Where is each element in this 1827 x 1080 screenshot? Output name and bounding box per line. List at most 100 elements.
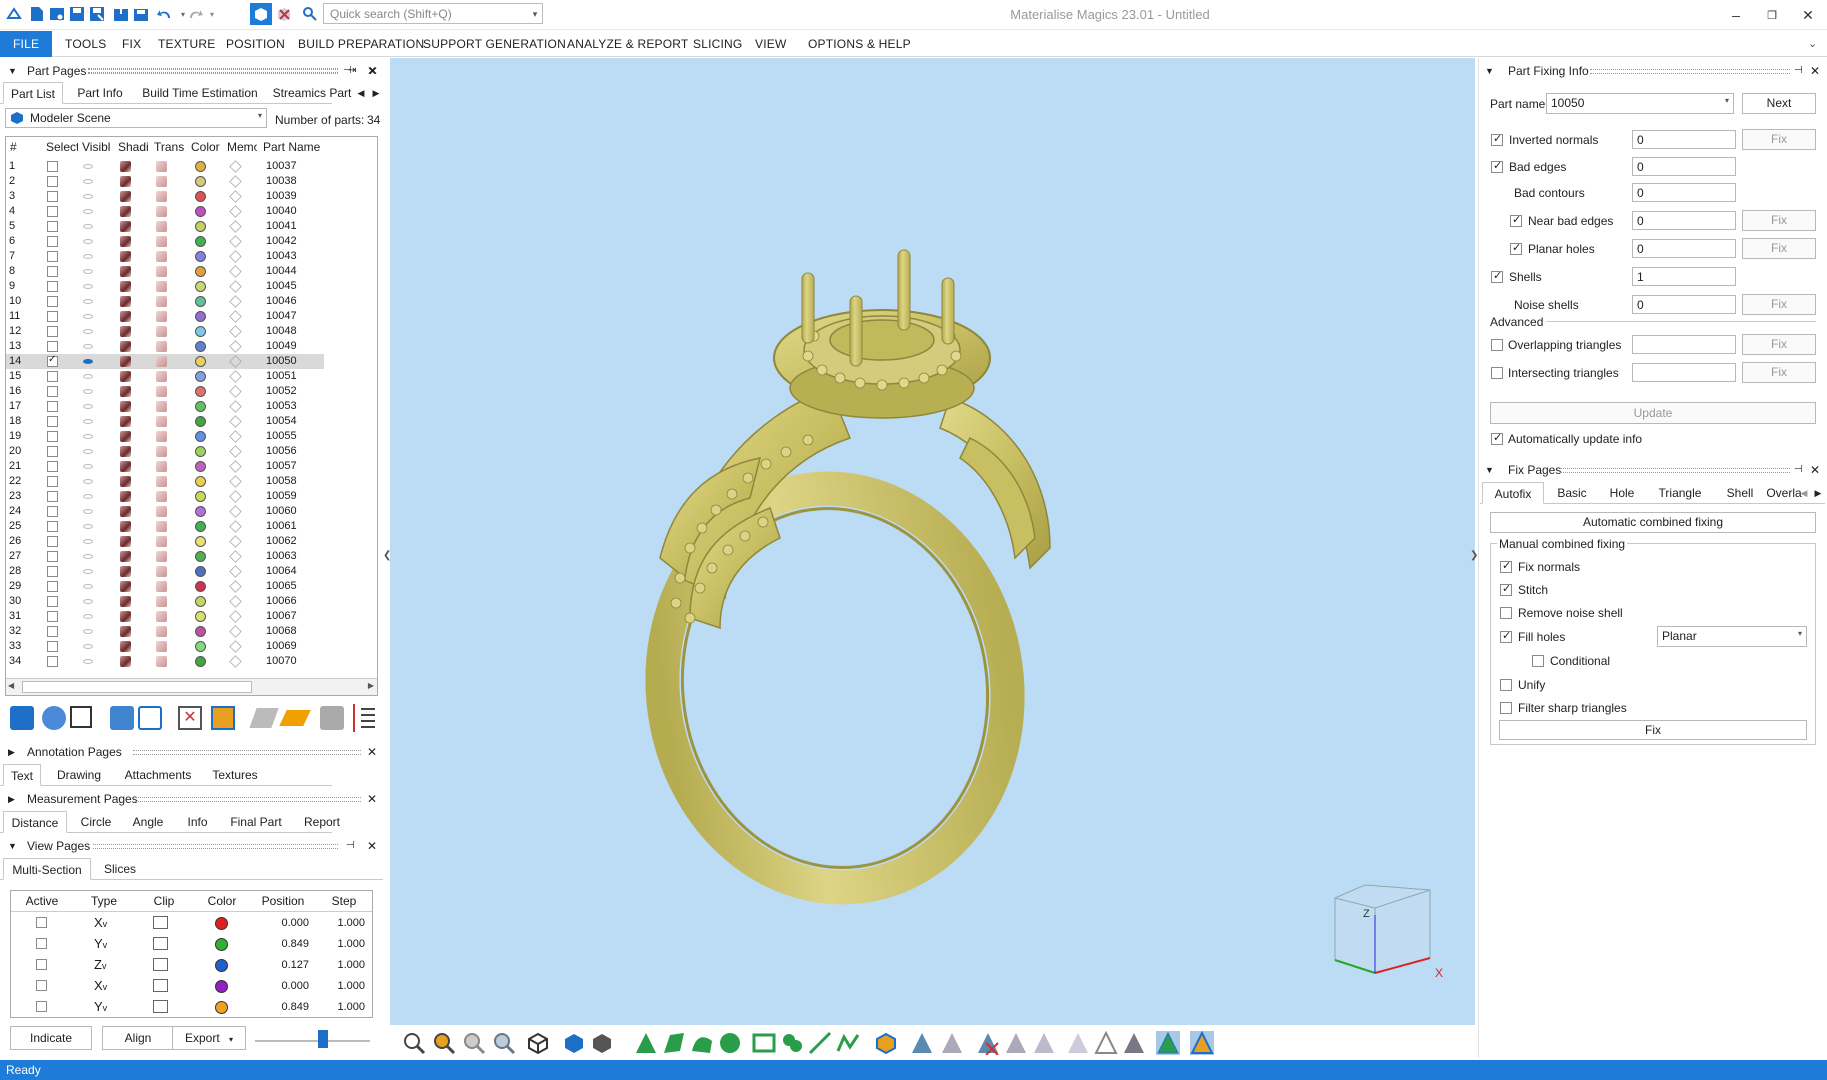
transparency-icon[interactable] — [156, 401, 167, 412]
shading-icon[interactable] — [120, 161, 131, 172]
select-checkbox[interactable] — [47, 371, 58, 382]
copy-marked-icon[interactable] — [1004, 1031, 1028, 1055]
select-checkbox[interactable] — [47, 341, 58, 352]
section-type[interactable]: Zv — [94, 957, 106, 972]
select-checkbox[interactable] — [47, 296, 58, 307]
section-position[interactable]: 0.127 — [251, 959, 309, 971]
select-checkbox[interactable] — [47, 416, 58, 427]
color-swatch[interactable] — [195, 521, 206, 532]
color-swatch[interactable] — [195, 221, 206, 232]
table-row[interactable]: 30 10066 — [6, 594, 324, 609]
table-row[interactable]: 3 10039 — [6, 189, 324, 204]
memo-icon[interactable] — [229, 175, 242, 188]
select-checkbox[interactable] — [47, 326, 58, 337]
close-view-pages-icon[interactable]: ✕ — [367, 837, 377, 855]
color-swatch[interactable] — [195, 371, 206, 382]
color-swatch[interactable] — [195, 191, 206, 202]
color-swatch[interactable] — [195, 656, 206, 667]
shading-icon[interactable] — [120, 221, 131, 232]
tab-text[interactable]: Text — [3, 764, 41, 786]
tab-part-info[interactable]: Part Info — [70, 82, 130, 104]
save-as-icon[interactable] — [88, 5, 106, 23]
transparency-icon[interactable] — [156, 506, 167, 517]
table-row[interactable]: 14 10050 — [6, 354, 324, 369]
part-name-select[interactable]: 10050 ▾ — [1546, 93, 1734, 114]
fix-option-checkbox[interactable] — [1532, 655, 1544, 667]
select-checkbox[interactable] — [47, 641, 58, 652]
col-shading[interactable]: Shadi — [118, 140, 148, 154]
fix-option-checkbox[interactable] — [1500, 559, 1512, 573]
horizontal-scrollbar[interactable]: ◀ ▶ — [6, 678, 377, 695]
transparency-icon[interactable] — [156, 281, 167, 292]
shading-icon[interactable] — [120, 311, 131, 322]
eye-icon[interactable] — [83, 299, 93, 304]
table-row[interactable]: 10 10046 — [6, 294, 324, 309]
memo-icon[interactable] — [229, 655, 242, 668]
eye-icon[interactable] — [83, 269, 93, 274]
brush-select-icon[interactable] — [808, 1031, 832, 1055]
eye-icon[interactable] — [83, 464, 93, 469]
fix-item-checkbox[interactable] — [1491, 132, 1503, 146]
eye-icon[interactable] — [83, 584, 93, 589]
select-checkbox[interactable] — [47, 521, 58, 532]
clip-icon[interactable] — [153, 937, 168, 950]
select-checkbox[interactable] — [47, 551, 58, 562]
quick-search-input[interactable]: Quick search (Shift+Q) — [323, 3, 543, 24]
transparency-icon[interactable] — [156, 461, 167, 472]
table-row[interactable]: 20 10056 — [6, 444, 324, 459]
select-checkbox[interactable] — [47, 191, 58, 202]
triangle-view-icon[interactable] — [1190, 1030, 1214, 1055]
transparency-icon[interactable] — [156, 611, 167, 622]
section-position[interactable]: 0.849 — [251, 1001, 309, 1013]
shading-icon[interactable] — [120, 176, 131, 187]
select-checkbox[interactable] — [47, 266, 58, 277]
transparency-icon[interactable] — [156, 176, 167, 187]
search-options-icon[interactable]: ▾ — [526, 5, 544, 23]
section-position[interactable]: 0.000 — [251, 980, 309, 992]
tab-drawing[interactable]: Drawing — [50, 764, 108, 786]
select-checkbox[interactable] — [47, 461, 58, 472]
memo-icon[interactable] — [229, 550, 242, 563]
shading-icon[interactable] — [120, 206, 131, 217]
table-row[interactable]: 27 10063 — [6, 549, 324, 564]
3d-viewport[interactable]: Z X — [390, 58, 1475, 1025]
color-swatch[interactable] — [195, 206, 206, 217]
align-button[interactable]: Align — [102, 1026, 174, 1050]
active-checkbox[interactable] — [36, 917, 47, 928]
label-icon[interactable] — [249, 708, 279, 728]
shading-icon[interactable] — [120, 536, 131, 547]
collapse-fix-pages-icon[interactable]: ▼ — [1485, 461, 1494, 479]
section-step[interactable]: 1.000 — [315, 938, 365, 950]
color-swatch[interactable] — [195, 476, 206, 487]
indicate-button[interactable]: Indicate — [10, 1026, 92, 1050]
eye-icon[interactable] — [83, 344, 93, 349]
undo-icon[interactable] — [156, 5, 174, 23]
select-checkbox[interactable] — [47, 176, 58, 187]
menu-build-preparation[interactable]: BUILD PREPARATION — [298, 31, 424, 57]
fix-option-checkbox[interactable] — [1500, 582, 1512, 596]
fix-item-fix-button[interactable]: Fix — [1742, 129, 1816, 150]
memo-icon[interactable] — [229, 580, 242, 593]
close-scene-icon[interactable] — [275, 5, 293, 23]
select-checkbox[interactable] — [47, 506, 58, 517]
zoom-window-icon[interactable] — [462, 1031, 486, 1055]
scene-icon[interactable] — [250, 3, 272, 25]
section-type[interactable]: Yv — [94, 936, 107, 951]
col-select[interactable]: Select — [46, 140, 78, 154]
memo-icon[interactable] — [229, 505, 242, 518]
tabs-scroll-right-icon[interactable]: ▶ — [370, 82, 382, 104]
menu-tools[interactable]: TOOLS — [65, 31, 106, 57]
transparency-icon[interactable] — [156, 626, 167, 637]
table-row[interactable]: 4 10040 — [6, 204, 324, 219]
eye-icon[interactable] — [83, 629, 93, 634]
shell-select-icon[interactable] — [718, 1031, 742, 1055]
eye-icon[interactable] — [83, 329, 93, 334]
collapse-part-pages-icon[interactable]: ▼ — [8, 62, 17, 80]
col-number[interactable]: # — [10, 140, 17, 154]
right-splitter-icon[interactable]: ❯ — [1470, 550, 1478, 561]
memo-icon[interactable] — [229, 460, 242, 473]
shading-icon[interactable] — [120, 596, 131, 607]
memo-icon[interactable] — [229, 595, 242, 608]
menu-file[interactable]: FILE — [0, 31, 53, 57]
shading-icon[interactable] — [120, 491, 131, 502]
